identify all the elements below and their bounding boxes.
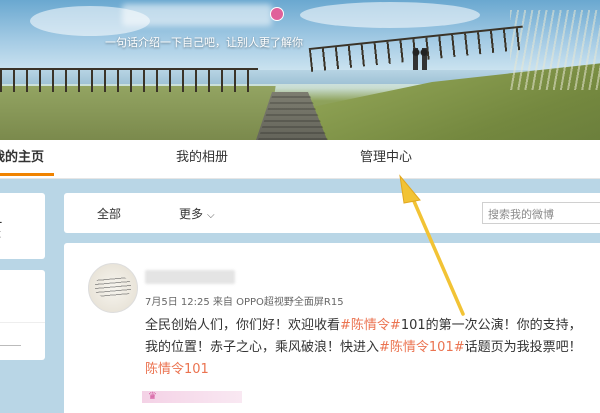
username-blurred[interactable]	[145, 270, 235, 284]
topic-tag-link[interactable]: #陈情令#	[340, 318, 401, 333]
profile-tabbar: 我的主页 我的相册 管理中心	[0, 140, 600, 179]
banner-hill	[0, 86, 276, 140]
post-meta: 7月5日 12:25 来自 OPPO超视野全面屏R15	[145, 297, 344, 308]
search-my-weibo-input[interactable]	[483, 204, 598, 225]
tab-my-home[interactable]: 我的主页	[0, 140, 54, 176]
post-text-segment: 全民创始人们，你们好！欢迎收看	[145, 318, 341, 333]
post-text-segment: 我的位置！赤子之心，乘风破浪！快进入	[145, 340, 380, 355]
avatar-image	[95, 276, 131, 298]
chevron-down-icon: ⌵	[207, 210, 215, 221]
feed-search-box	[482, 202, 600, 225]
post-text-segment: 101的第一次公演！你的支持，	[400, 318, 582, 333]
banner-grass	[510, 10, 600, 90]
banner-people	[410, 48, 430, 70]
tab-my-album-label: 我的相册	[176, 150, 229, 165]
post-body-line: 全民创始人们，你们好！欢迎收看#陈情令#101的第一次公演！你的支持，	[145, 315, 600, 337]
stats-count[interactable]: 1	[0, 211, 3, 227]
topic-tag-link[interactable]: #陈情令101#	[379, 340, 465, 355]
post-text-segment: 话题页为我投票吧！	[464, 340, 582, 355]
post-body-line: 陈情令101	[145, 359, 600, 381]
filter-more-label: 更多	[179, 207, 204, 221]
tab-management-center-label: 管理中心	[360, 150, 413, 165]
member-badge-icon	[270, 7, 284, 21]
filter-more-dropdown[interactable]: 更多 ⌵	[179, 205, 215, 222]
topic-tag-link[interactable]: 陈情令101	[145, 362, 209, 377]
stats-label: 博	[0, 227, 1, 243]
tab-my-album[interactable]: 我的相册	[176, 140, 228, 176]
tab-management-center[interactable]: 管理中心	[360, 140, 412, 176]
post-body: 全民创始人们，你们好！欢迎收看#陈情令#101的第一次公演！你的支持， 我的位置！…	[145, 315, 600, 381]
profile-banner: 一句话介绍一下自己吧，让别人更了解你	[0, 0, 600, 140]
profile-info-card	[0, 270, 45, 360]
profile-intro[interactable]: 一句话介绍一下自己吧，让别人更了解你	[0, 34, 408, 50]
card-divider	[0, 322, 45, 323]
post-image-preview[interactable]: ♛	[142, 391, 242, 403]
filter-all[interactable]: 全部	[97, 205, 121, 222]
crown-icon: ♛	[148, 391, 157, 402]
post-body-line: 我的位置！赤子之心，乘风破浪！快进入#陈情令101#话题页为我投票吧！	[145, 337, 600, 359]
profile-stats-card: 1 博	[0, 193, 45, 259]
weibo-post: 7月5日 12:25 来自 OPPO超视野全面屏R15 全民创始人们，你们好！欢…	[64, 243, 600, 413]
profile-name-blurred	[122, 4, 272, 26]
tab-my-home-label: 我的主页	[0, 150, 45, 165]
card-fragment	[0, 333, 21, 346]
banner-fence	[0, 68, 258, 92]
banner-cloud	[300, 2, 480, 28]
avatar[interactable]	[88, 263, 138, 313]
feed-filter-bar: 全部 更多 ⌵	[64, 193, 600, 233]
